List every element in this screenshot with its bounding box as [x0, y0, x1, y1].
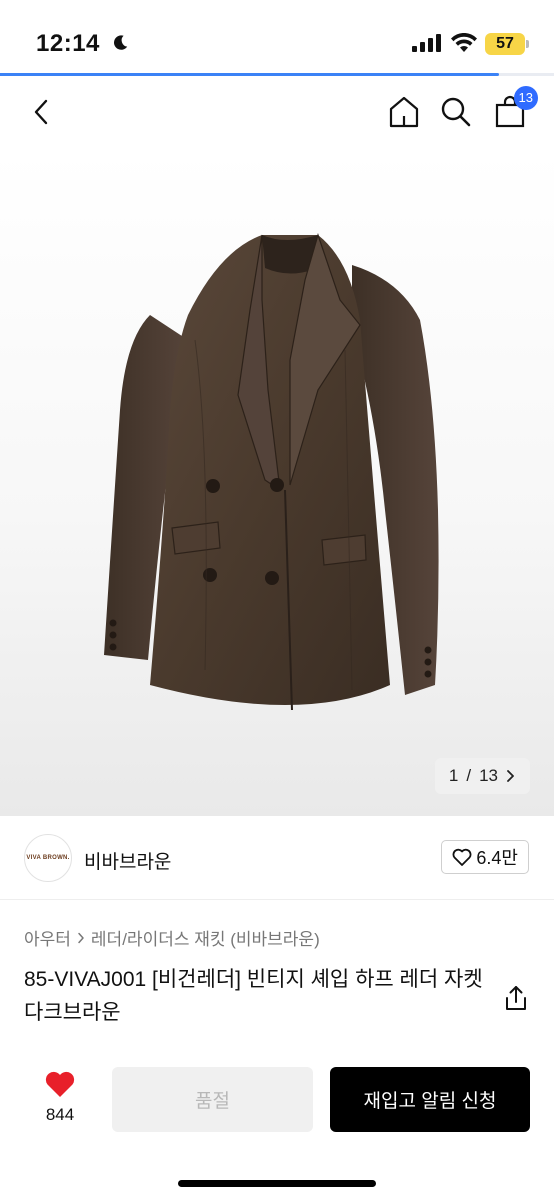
- product-title: 85-VIVAJ001 [비건레더] 빈티지 셰입 하프 레더 자켓 다크브라운: [24, 968, 483, 1024]
- status-time: 12:14: [36, 30, 100, 57]
- brand-row: VIVA BROWN. 비바브라운 6.4만: [0, 816, 554, 900]
- home-icon: [389, 96, 419, 128]
- battery-tip: [526, 40, 529, 48]
- brand-like-button[interactable]: 6.4만: [441, 840, 529, 874]
- chevron-right-icon: [78, 932, 84, 943]
- brand-logo-text: VIVA BROWN.: [26, 855, 70, 861]
- restock-notify-button[interactable]: 재입고 알림 신청: [330, 1067, 530, 1132]
- top-nav: 13: [0, 76, 554, 150]
- breadcrumb-subcategory[interactable]: 레더/라이더스 재킷 (비바브라운): [91, 925, 320, 950]
- chevron-right-icon: [507, 770, 514, 782]
- bottom-action-bar: 844 품절 재입고 알림 신청: [0, 1056, 554, 1146]
- breadcrumb-category[interactable]: 아우터: [24, 925, 71, 950]
- battery-indicator: 57: [485, 33, 525, 55]
- signal-icon: [412, 34, 441, 52]
- product-image-gallery[interactable]: 1 / 13: [0, 150, 554, 816]
- moon-icon: [114, 35, 128, 50]
- soldout-button[interactable]: 품절: [112, 1067, 313, 1132]
- status-bar: 12:14 57: [0, 0, 554, 74]
- share-icon: [506, 986, 526, 1010]
- wishlist-button[interactable]: 844: [36, 1070, 84, 1125]
- back-button[interactable]: [24, 94, 60, 130]
- back-icon: [34, 99, 48, 125]
- brand-name-link[interactable]: 비바브라운: [84, 847, 171, 874]
- home-button[interactable]: [386, 94, 422, 130]
- breadcrumb: 아우터 레더/라이더스 재킷 (비바브라운): [24, 925, 320, 950]
- share-button[interactable]: [502, 984, 530, 1012]
- wifi-icon: [451, 33, 477, 52]
- brand-logo[interactable]: VIVA BROWN.: [24, 834, 72, 882]
- gallery-current: 1: [448, 766, 459, 785]
- heart-outline-icon: [452, 848, 472, 866]
- leather-jacket-image: [104, 232, 439, 711]
- search-icon: [441, 97, 471, 127]
- cart-count-badge: 13: [513, 86, 538, 110]
- home-indicator: [178, 1180, 376, 1187]
- brand-like-count: 6.4만: [476, 848, 518, 868]
- heart-filled-icon: [45, 1071, 75, 1097]
- gallery-counter[interactable]: 1 / 13: [434, 758, 530, 794]
- wishlist-count: 844: [45, 1105, 75, 1124]
- gallery-separator: /: [466, 766, 472, 785]
- cart-button[interactable]: 13: [492, 86, 538, 130]
- gallery-total: 13: [479, 766, 498, 785]
- search-button[interactable]: [438, 94, 474, 130]
